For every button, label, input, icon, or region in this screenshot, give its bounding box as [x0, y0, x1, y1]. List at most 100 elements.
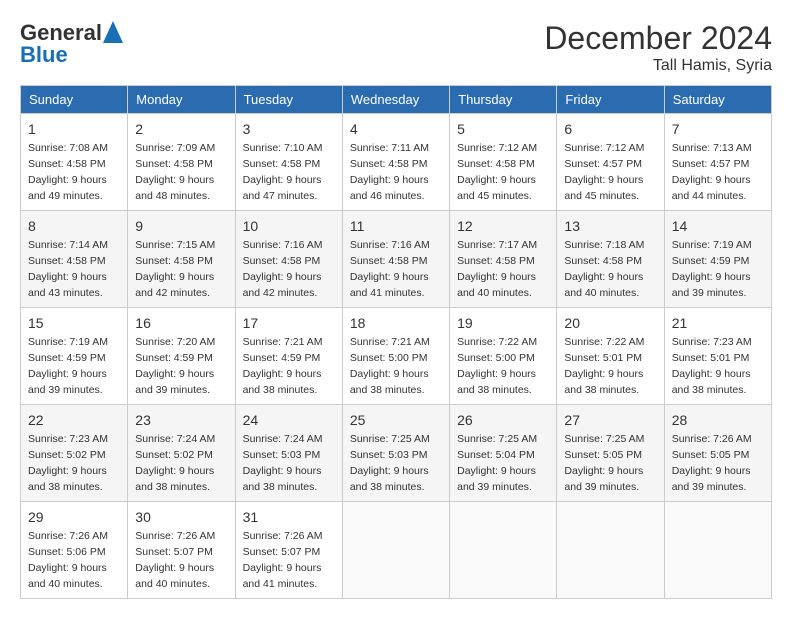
- daylight-label: Daylight: 9 hours and 38 minutes.: [564, 368, 643, 396]
- daylight-label: Daylight: 9 hours and 48 minutes.: [135, 174, 214, 202]
- day-number: 8: [28, 216, 120, 236]
- day-cell-28: 28 Sunrise: 7:26 AM Sunset: 5:05 PM Dayl…: [664, 405, 771, 502]
- sunrise-label: Sunrise: 7:25 AM: [350, 433, 430, 445]
- day-cell-19: 19 Sunrise: 7:22 AM Sunset: 5:00 PM Dayl…: [450, 308, 557, 405]
- daylight-label: Daylight: 9 hours and 41 minutes.: [243, 562, 322, 590]
- sunset-label: Sunset: 4:58 PM: [350, 158, 428, 170]
- daylight-label: Daylight: 9 hours and 45 minutes.: [564, 174, 643, 202]
- week-row-5: 29 Sunrise: 7:26 AM Sunset: 5:06 PM Dayl…: [21, 502, 772, 599]
- sunset-label: Sunset: 5:01 PM: [564, 352, 642, 364]
- day-number: 2: [135, 119, 227, 139]
- empty-cell: [664, 502, 771, 599]
- logo-blue: Blue: [20, 42, 68, 68]
- daylight-label: Daylight: 9 hours and 38 minutes.: [672, 368, 751, 396]
- daylight-label: Daylight: 9 hours and 38 minutes.: [243, 465, 322, 493]
- sunset-label: Sunset: 4:58 PM: [457, 255, 535, 267]
- day-number: 13: [564, 216, 656, 236]
- sunrise-label: Sunrise: 7:17 AM: [457, 239, 537, 251]
- sunset-label: Sunset: 4:58 PM: [28, 255, 106, 267]
- day-number: 5: [457, 119, 549, 139]
- day-number: 23: [135, 410, 227, 430]
- day-number: 1: [28, 119, 120, 139]
- daylight-label: Daylight: 9 hours and 38 minutes.: [457, 368, 536, 396]
- daylight-label: Daylight: 9 hours and 40 minutes.: [564, 271, 643, 299]
- day-cell-21: 21 Sunrise: 7:23 AM Sunset: 5:01 PM Dayl…: [664, 308, 771, 405]
- daylight-label: Daylight: 9 hours and 49 minutes.: [28, 174, 107, 202]
- col-header-friday: Friday: [557, 86, 664, 114]
- sunset-label: Sunset: 4:57 PM: [672, 158, 750, 170]
- day-cell-4: 4 Sunrise: 7:11 AM Sunset: 4:58 PM Dayli…: [342, 114, 449, 211]
- sunrise-label: Sunrise: 7:11 AM: [350, 142, 429, 154]
- day-cell-2: 2 Sunrise: 7:09 AM Sunset: 4:58 PM Dayli…: [128, 114, 235, 211]
- empty-cell: [450, 502, 557, 599]
- day-number: 10: [243, 216, 335, 236]
- day-number: 19: [457, 313, 549, 333]
- sunset-label: Sunset: 5:06 PM: [28, 546, 106, 558]
- day-cell-9: 9 Sunrise: 7:15 AM Sunset: 4:58 PM Dayli…: [128, 211, 235, 308]
- sunrise-label: Sunrise: 7:21 AM: [350, 336, 430, 348]
- sunrise-label: Sunrise: 7:25 AM: [457, 433, 537, 445]
- day-number: 30: [135, 507, 227, 527]
- day-cell-18: 18 Sunrise: 7:21 AM Sunset: 5:00 PM Dayl…: [342, 308, 449, 405]
- day-cell-29: 29 Sunrise: 7:26 AM Sunset: 5:06 PM Dayl…: [21, 502, 128, 599]
- sunrise-label: Sunrise: 7:21 AM: [243, 336, 323, 348]
- sunset-label: Sunset: 5:00 PM: [457, 352, 535, 364]
- day-number: 20: [564, 313, 656, 333]
- sunset-label: Sunset: 5:03 PM: [243, 449, 321, 461]
- day-cell-26: 26 Sunrise: 7:25 AM Sunset: 5:04 PM Dayl…: [450, 405, 557, 502]
- day-number: 17: [243, 313, 335, 333]
- day-number: 22: [28, 410, 120, 430]
- day-cell-13: 13 Sunrise: 7:18 AM Sunset: 4:58 PM Dayl…: [557, 211, 664, 308]
- sunset-label: Sunset: 5:00 PM: [350, 352, 428, 364]
- day-number: 12: [457, 216, 549, 236]
- day-number: 4: [350, 119, 442, 139]
- sunrise-label: Sunrise: 7:25 AM: [564, 433, 644, 445]
- title-block: December 2024 Tall Hamis, Syria: [544, 20, 772, 75]
- sunrise-label: Sunrise: 7:23 AM: [672, 336, 752, 348]
- day-number: 16: [135, 313, 227, 333]
- daylight-label: Daylight: 9 hours and 40 minutes.: [28, 562, 107, 590]
- location: Tall Hamis, Syria: [544, 57, 772, 75]
- day-cell-11: 11 Sunrise: 7:16 AM Sunset: 4:58 PM Dayl…: [342, 211, 449, 308]
- day-cell-8: 8 Sunrise: 7:14 AM Sunset: 4:58 PM Dayli…: [21, 211, 128, 308]
- sunrise-label: Sunrise: 7:19 AM: [672, 239, 752, 251]
- daylight-label: Daylight: 9 hours and 40 minutes.: [457, 271, 536, 299]
- day-number: 18: [350, 313, 442, 333]
- sunset-label: Sunset: 5:02 PM: [135, 449, 213, 461]
- day-number: 3: [243, 119, 335, 139]
- daylight-label: Daylight: 9 hours and 38 minutes.: [243, 368, 322, 396]
- daylight-label: Daylight: 9 hours and 41 minutes.: [350, 271, 429, 299]
- sunrise-label: Sunrise: 7:09 AM: [135, 142, 215, 154]
- header: General Blue December 2024 Tall Hamis, S…: [20, 20, 772, 75]
- col-header-sunday: Sunday: [21, 86, 128, 114]
- day-cell-31: 31 Sunrise: 7:26 AM Sunset: 5:07 PM Dayl…: [235, 502, 342, 599]
- daylight-label: Daylight: 9 hours and 45 minutes.: [457, 174, 536, 202]
- daylight-label: Daylight: 9 hours and 39 minutes.: [457, 465, 536, 493]
- col-header-saturday: Saturday: [664, 86, 771, 114]
- daylight-label: Daylight: 9 hours and 38 minutes.: [135, 465, 214, 493]
- sunset-label: Sunset: 5:04 PM: [457, 449, 535, 461]
- daylight-label: Daylight: 9 hours and 38 minutes.: [350, 368, 429, 396]
- day-number: 11: [350, 216, 442, 236]
- daylight-label: Daylight: 9 hours and 38 minutes.: [28, 465, 107, 493]
- sunrise-label: Sunrise: 7:24 AM: [243, 433, 323, 445]
- sunset-label: Sunset: 5:07 PM: [243, 546, 321, 558]
- sunset-label: Sunset: 5:02 PM: [28, 449, 106, 461]
- day-cell-12: 12 Sunrise: 7:17 AM Sunset: 4:58 PM Dayl…: [450, 211, 557, 308]
- day-number: 29: [28, 507, 120, 527]
- day-cell-16: 16 Sunrise: 7:20 AM Sunset: 4:59 PM Dayl…: [128, 308, 235, 405]
- sunset-label: Sunset: 5:05 PM: [672, 449, 750, 461]
- logo-triangle-icon: [103, 21, 123, 43]
- day-cell-17: 17 Sunrise: 7:21 AM Sunset: 4:59 PM Dayl…: [235, 308, 342, 405]
- day-number: 15: [28, 313, 120, 333]
- sunrise-label: Sunrise: 7:19 AM: [28, 336, 108, 348]
- day-number: 24: [243, 410, 335, 430]
- sunset-label: Sunset: 4:58 PM: [135, 255, 213, 267]
- day-cell-25: 25 Sunrise: 7:25 AM Sunset: 5:03 PM Dayl…: [342, 405, 449, 502]
- week-row-1: 1 Sunrise: 7:08 AM Sunset: 4:58 PM Dayli…: [21, 114, 772, 211]
- sunrise-label: Sunrise: 7:14 AM: [28, 239, 108, 251]
- day-cell-24: 24 Sunrise: 7:24 AM Sunset: 5:03 PM Dayl…: [235, 405, 342, 502]
- day-cell-30: 30 Sunrise: 7:26 AM Sunset: 5:07 PM Dayl…: [128, 502, 235, 599]
- sunrise-label: Sunrise: 7:08 AM: [28, 142, 108, 154]
- sunset-label: Sunset: 4:59 PM: [135, 352, 213, 364]
